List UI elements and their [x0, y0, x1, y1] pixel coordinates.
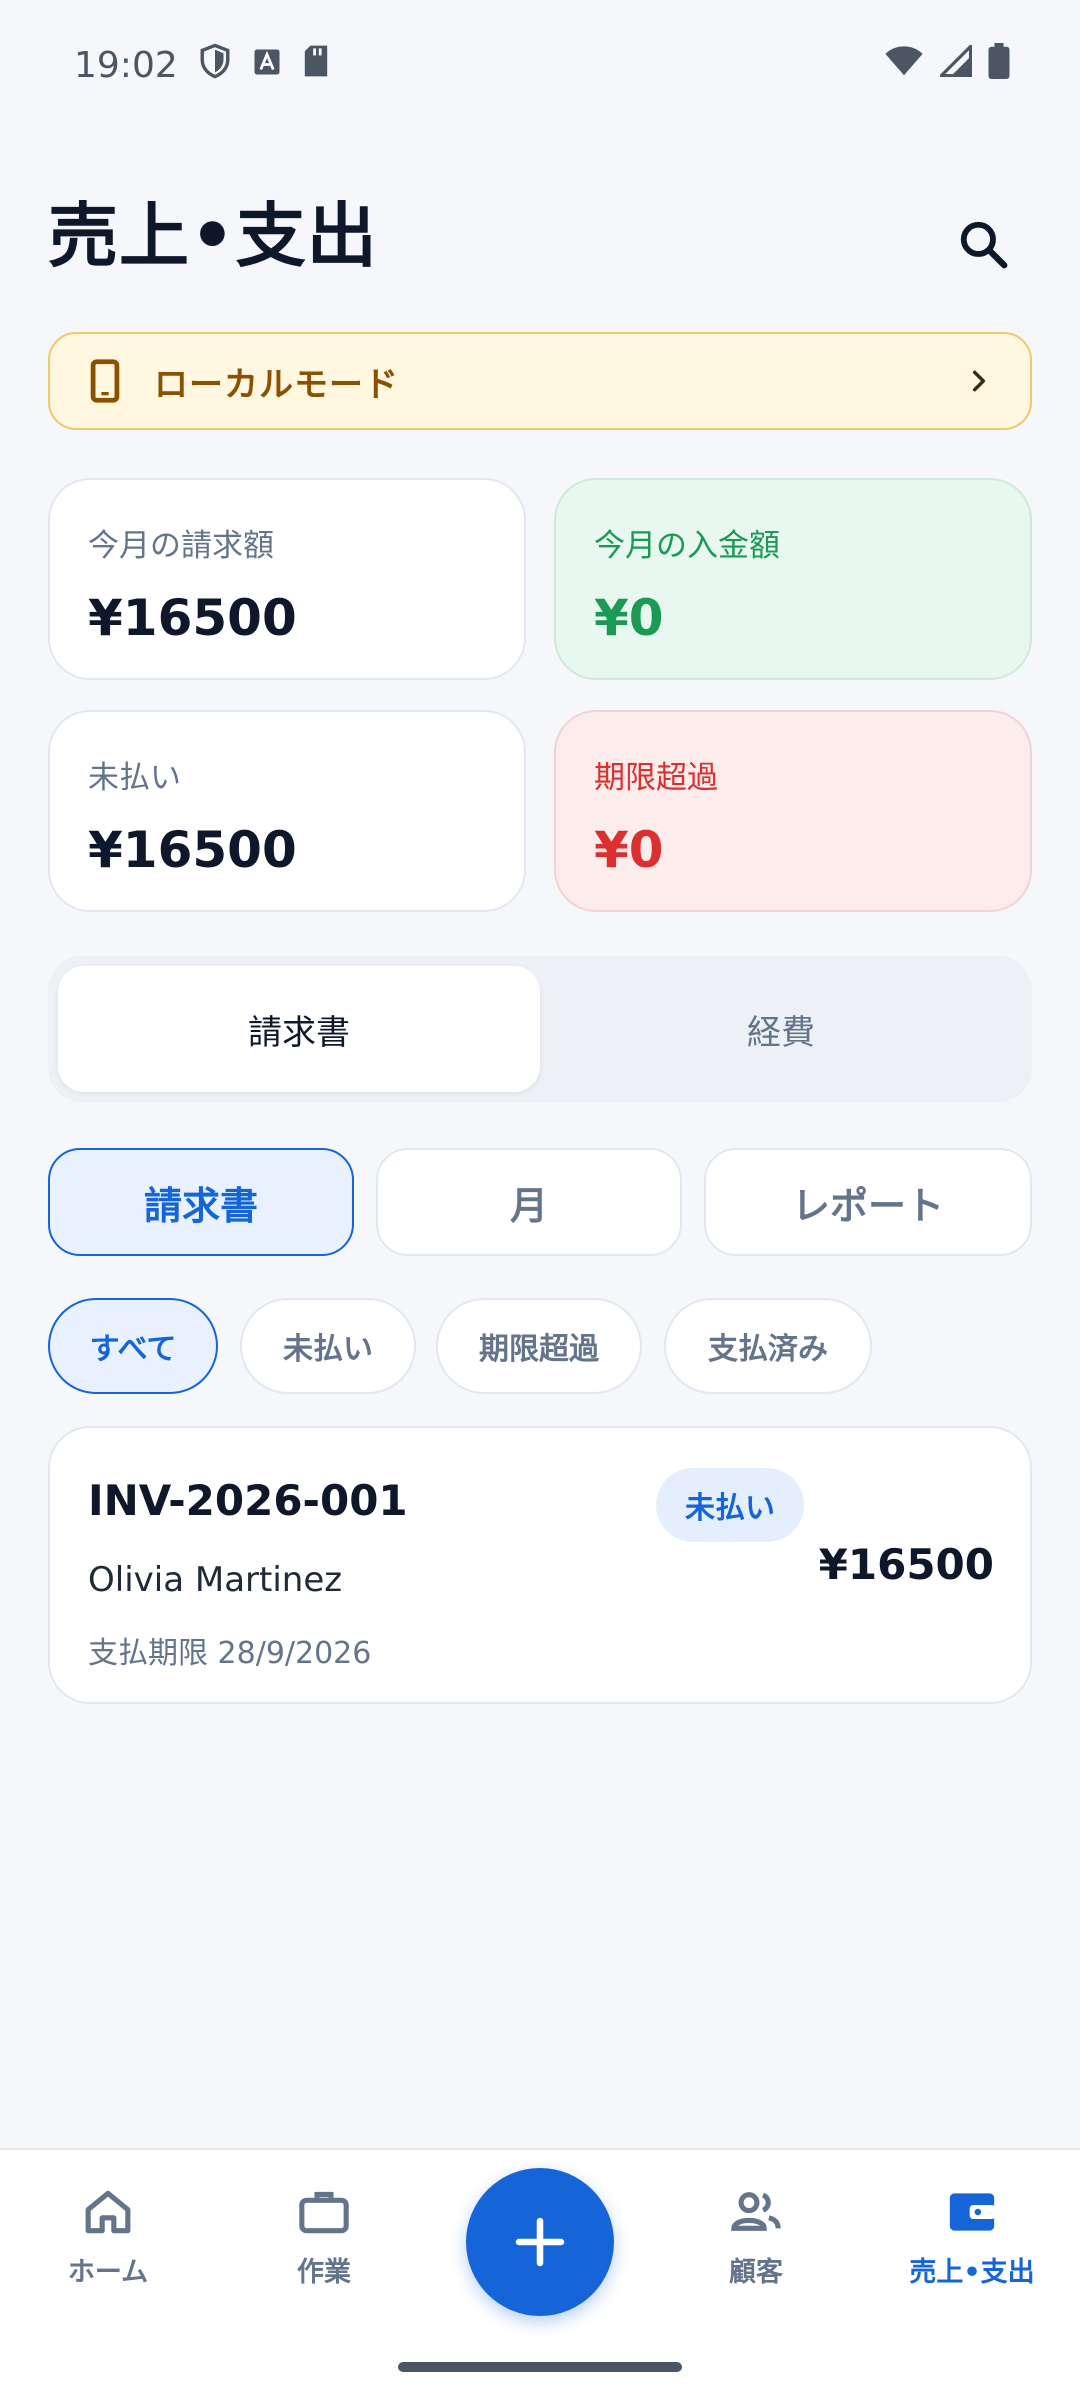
view-tab-month[interactable]: 月 — [376, 1148, 682, 1256]
stat-value: ¥0 — [594, 589, 664, 647]
people-icon — [731, 2192, 781, 2231]
home-icon — [85, 2190, 131, 2234]
add-fab-button[interactable] — [466, 2168, 614, 2316]
nav-item-jobs[interactable]: 作業 — [234, 2184, 414, 2314]
filter-chip-unpaid[interactable]: 未払い — [240, 1298, 416, 1394]
invoice-amount: ¥16500 — [818, 1540, 994, 1589]
status-bar-left: 19:02 — [74, 42, 330, 89]
nav-label: 売上•支出 — [909, 2257, 1035, 2288]
stat-label: 今月の入金額 — [594, 528, 780, 564]
stat-card-overdue: 期限超過 ¥0 — [554, 710, 1032, 912]
view-tab-report[interactable]: レポート — [704, 1148, 1032, 1256]
home-indicator[interactable] — [398, 2362, 682, 2372]
stat-label: 期限超過 — [594, 760, 718, 796]
invoice-card[interactable]: INV-2026-001 Olivia Martinez 支払期限 28/9/2… — [48, 1426, 1032, 1704]
stat-label: 未払い — [88, 760, 181, 796]
stat-card-monthly-received: 今月の入金額 ¥0 — [554, 478, 1032, 680]
stat-card-monthly-billed: 今月の請求額 ¥16500 — [48, 478, 526, 680]
search-button[interactable] — [936, 197, 1032, 293]
stat-label: 今月の請求額 — [88, 528, 274, 564]
stat-value: ¥16500 — [88, 821, 297, 879]
nav-item-sales-expenses[interactable]: 売上•支出 — [882, 2184, 1062, 2314]
local-mode-label: ローカルモード — [154, 364, 399, 405]
segment-expenses[interactable]: 経費 — [540, 966, 1022, 1092]
nav-label: 顧客 — [729, 2257, 783, 2288]
wallet-icon — [949, 2193, 996, 2231]
nav-label: ホーム — [67, 2257, 149, 2288]
page-header: 売上•支出 — [48, 170, 1032, 290]
status-time: 19:02 — [74, 44, 178, 86]
briefcase-icon — [299, 2191, 349, 2234]
filter-chip-paid[interactable]: 支払済み — [664, 1298, 872, 1394]
nav-item-home[interactable]: ホーム — [18, 2184, 198, 2314]
invoice-due-date: 支払期限 28/9/2026 — [88, 1636, 372, 1671]
filter-chip-overdue[interactable]: 期限超過 — [436, 1298, 642, 1394]
view-tab-invoices[interactable]: 請求書 — [48, 1148, 354, 1256]
page-title: 売上•支出 — [48, 194, 378, 277]
status-bar: 19:02 — [0, 0, 1080, 130]
wifi-icon — [884, 45, 924, 86]
chevron-right-icon — [972, 370, 986, 392]
nav-label: 作業 — [297, 2257, 351, 2288]
invoice-id: INV-2026-001 — [88, 1476, 408, 1525]
invoice-customer: Olivia Martinez — [88, 1560, 343, 1600]
plus-icon — [515, 2217, 565, 2267]
invoice-expense-segmented-control: 請求書 経費 — [48, 956, 1032, 1102]
shield-icon — [198, 42, 232, 89]
stat-value: ¥16500 — [88, 589, 297, 647]
filter-chip-all[interactable]: すべて — [48, 1298, 218, 1394]
status-badge: 未払い — [656, 1468, 804, 1542]
stat-card-unpaid: 未払い ¥16500 — [48, 710, 526, 912]
sd-card-icon — [302, 44, 330, 87]
font-a-icon — [252, 45, 282, 86]
segment-invoices[interactable]: 請求書 — [58, 966, 540, 1092]
local-mode-banner[interactable]: ローカルモード — [48, 332, 1032, 430]
battery-icon — [988, 42, 1010, 88]
nav-item-customers[interactable]: 顧客 — [666, 2184, 846, 2314]
signal-icon — [937, 42, 973, 86]
status-bar-right — [884, 42, 1010, 88]
stat-value: ¥0 — [594, 821, 664, 879]
search-icon — [960, 221, 1008, 269]
phone-icon — [90, 359, 120, 403]
